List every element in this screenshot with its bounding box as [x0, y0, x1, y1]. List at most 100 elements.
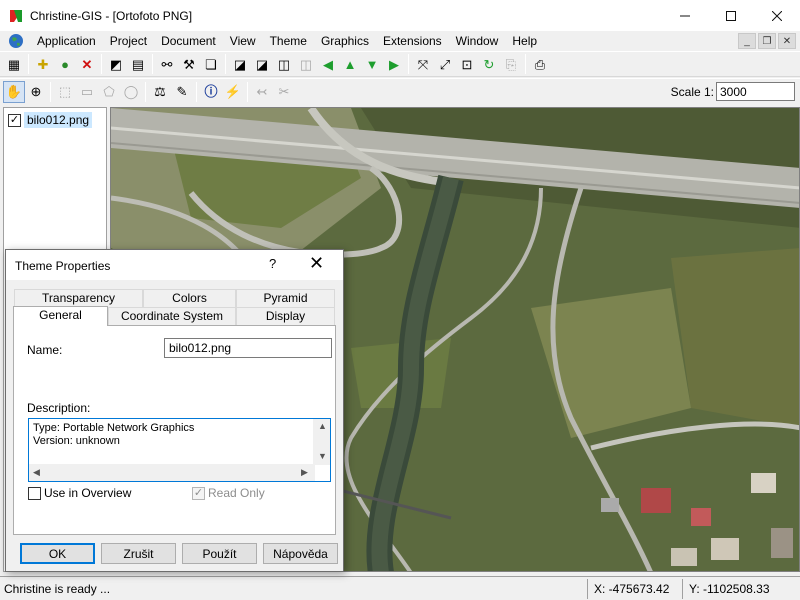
- menu-window[interactable]: Window: [449, 31, 506, 51]
- close-icon: [772, 10, 782, 21]
- toolbar-separator: [28, 54, 29, 74]
- use-in-overview-label: Use in Overview: [44, 486, 132, 500]
- delete-icon[interactable]: ✕: [76, 53, 98, 75]
- scroll-right-icon[interactable]: ▶: [301, 467, 308, 478]
- layout-1-icon[interactable]: ◪: [229, 53, 251, 75]
- find-icon[interactable]: ⚯: [156, 53, 178, 75]
- measure-icon[interactable]: ⚖: [149, 81, 171, 103]
- window-title: Christine-GIS - [Ortofoto PNG]: [30, 8, 193, 23]
- maximize-icon: [726, 10, 736, 21]
- menu-extensions[interactable]: Extensions: [376, 31, 449, 51]
- description-text: Type: Portable Network Graphics Version:…: [33, 422, 195, 447]
- label-icon[interactable]: ✎: [171, 81, 193, 103]
- zoom-extent-icon[interactable]: ⤧: [412, 53, 434, 75]
- general-tab-panel: Name: Description: Type: Portable Networ…: [13, 325, 336, 535]
- tools-toolbar: ✋ ⊕ ⬚ ▭ ⬠ ◯ ⚖ ✎ ⓘ ⚡ ↢ ✂ Scale 1:: [0, 78, 800, 104]
- theme-visibility-checkbox[interactable]: ✓: [8, 113, 21, 127]
- status-bar: Christine is ready ... X: -475673.42 Y: …: [0, 576, 800, 600]
- refresh-icon[interactable]: ↻: [478, 53, 500, 75]
- toolbar-separator: [152, 54, 153, 74]
- doc-minimize-button[interactable]: _: [738, 33, 756, 49]
- maximize-button[interactable]: [708, 0, 754, 31]
- toolbar-separator: [225, 54, 226, 74]
- scale-label: Scale 1:: [670, 85, 714, 99]
- status-y-coordinate: Y: -1102508.33: [682, 579, 800, 599]
- cancel-button[interactable]: Zrušit: [101, 543, 176, 564]
- use-in-overview-checkbox[interactable]: Use in Overview: [28, 486, 131, 500]
- scroll-left-icon[interactable]: ◀: [33, 467, 40, 478]
- menu-application[interactable]: Application: [30, 31, 103, 51]
- close-button[interactable]: [754, 0, 800, 31]
- apply-button[interactable]: Použít: [182, 543, 257, 564]
- tab-colors[interactable]: Colors: [143, 289, 236, 307]
- minimize-button[interactable]: [662, 0, 708, 31]
- read-only-box[interactable]: ✓: [192, 486, 205, 500]
- layout-4-icon[interactable]: ◫: [295, 53, 317, 75]
- menu-project[interactable]: Project: [103, 31, 154, 51]
- zoom-full-icon[interactable]: ⤢: [434, 53, 456, 75]
- toolbar-separator: [50, 81, 51, 102]
- scroll-down-icon[interactable]: ▼: [318, 451, 327, 461]
- dialog-close-icon[interactable]: ✕: [309, 253, 324, 274]
- add-theme-icon[interactable]: ✚: [32, 53, 54, 75]
- select-circle-icon[interactable]: ◯: [120, 81, 142, 103]
- draw-line-icon[interactable]: ↢: [251, 81, 273, 103]
- menu-view[interactable]: View: [223, 31, 263, 51]
- read-only-checkbox[interactable]: ✓ Read Only: [192, 486, 265, 500]
- status-x-coordinate: X: -475673.42: [587, 579, 682, 599]
- copy-icon[interactable]: ❏: [200, 53, 222, 75]
- use-in-overview-box[interactable]: [28, 486, 41, 500]
- layer-properties-icon[interactable]: ◩: [105, 53, 127, 75]
- help-icon[interactable]: ?: [269, 256, 276, 271]
- menu-document[interactable]: Document: [154, 31, 223, 51]
- select-feature-icon[interactable]: ⬚: [54, 81, 76, 103]
- tab-display[interactable]: Display: [236, 307, 335, 325]
- dialog-title: Theme Properties: [15, 259, 111, 273]
- scroll-up-icon[interactable]: ▲: [318, 421, 327, 431]
- doc-restore-button[interactable]: ❐: [758, 33, 776, 49]
- legend-item-bilo012[interactable]: ✓ bilo012.png: [8, 112, 93, 128]
- layout-3-icon[interactable]: ◫: [273, 53, 295, 75]
- doc-close-button[interactable]: ✕: [778, 33, 796, 49]
- hotlink-icon[interactable]: ⚡: [222, 81, 244, 103]
- tab-coordinate-system[interactable]: Coordinate System: [108, 307, 236, 325]
- pan-hand-icon[interactable]: ✋: [3, 80, 25, 103]
- theme-name-label[interactable]: bilo012.png: [24, 112, 93, 128]
- zoom-in-icon[interactable]: ⊕: [25, 81, 47, 103]
- select-rect-icon[interactable]: ▭: [76, 81, 98, 103]
- info-icon[interactable]: ⓘ: [200, 81, 222, 103]
- query-icon[interactable]: ⚒: [178, 53, 200, 75]
- move-right-icon[interactable]: ▶: [383, 53, 405, 75]
- properties-icon[interactable]: ▦: [3, 53, 25, 75]
- move-down-icon[interactable]: ▼: [361, 53, 383, 75]
- print-icon[interactable]: ⎙: [529, 53, 551, 75]
- name-field[interactable]: [164, 338, 332, 358]
- layout-2-icon[interactable]: ◪: [251, 53, 273, 75]
- description-horizontal-scrollbar[interactable]: ◀ ▶: [29, 464, 315, 481]
- move-up-icon[interactable]: ▲: [339, 53, 361, 75]
- select-poly-icon[interactable]: ⬠: [98, 81, 120, 103]
- zoom-layer-icon[interactable]: ⊡: [456, 53, 478, 75]
- tab-general[interactable]: General: [13, 306, 108, 326]
- description-vertical-scrollbar[interactable]: ▲ ▼: [313, 419, 330, 465]
- theme-properties-dialog: Theme Properties ? ✕ Transparency Colors…: [5, 249, 344, 572]
- ok-button[interactable]: OK: [20, 543, 95, 564]
- move-left-icon[interactable]: ◀: [317, 53, 339, 75]
- menu-theme[interactable]: Theme: [263, 31, 314, 51]
- scale-input[interactable]: [716, 82, 795, 101]
- menu-graphics[interactable]: Graphics: [314, 31, 376, 51]
- menu-help[interactable]: Help: [505, 31, 544, 51]
- table-icon[interactable]: ▤: [127, 53, 149, 75]
- tab-pyramid[interactable]: Pyramid: [236, 289, 335, 307]
- toolbar-separator: [145, 81, 146, 102]
- help-button[interactable]: Nápověda: [263, 543, 338, 564]
- export-icon[interactable]: ⎘: [500, 53, 522, 75]
- globe-icon[interactable]: [8, 33, 24, 49]
- add-layer-icon[interactable]: ●: [54, 53, 76, 75]
- description-field[interactable]: Type: Portable Network Graphics Version:…: [28, 418, 331, 482]
- erase-icon[interactable]: ✂: [273, 81, 295, 103]
- status-message: Christine is ready ...: [4, 582, 111, 596]
- tab-transparency[interactable]: Transparency: [14, 289, 143, 307]
- minimize-icon: [680, 15, 690, 16]
- toolbar-separator: [408, 54, 409, 74]
